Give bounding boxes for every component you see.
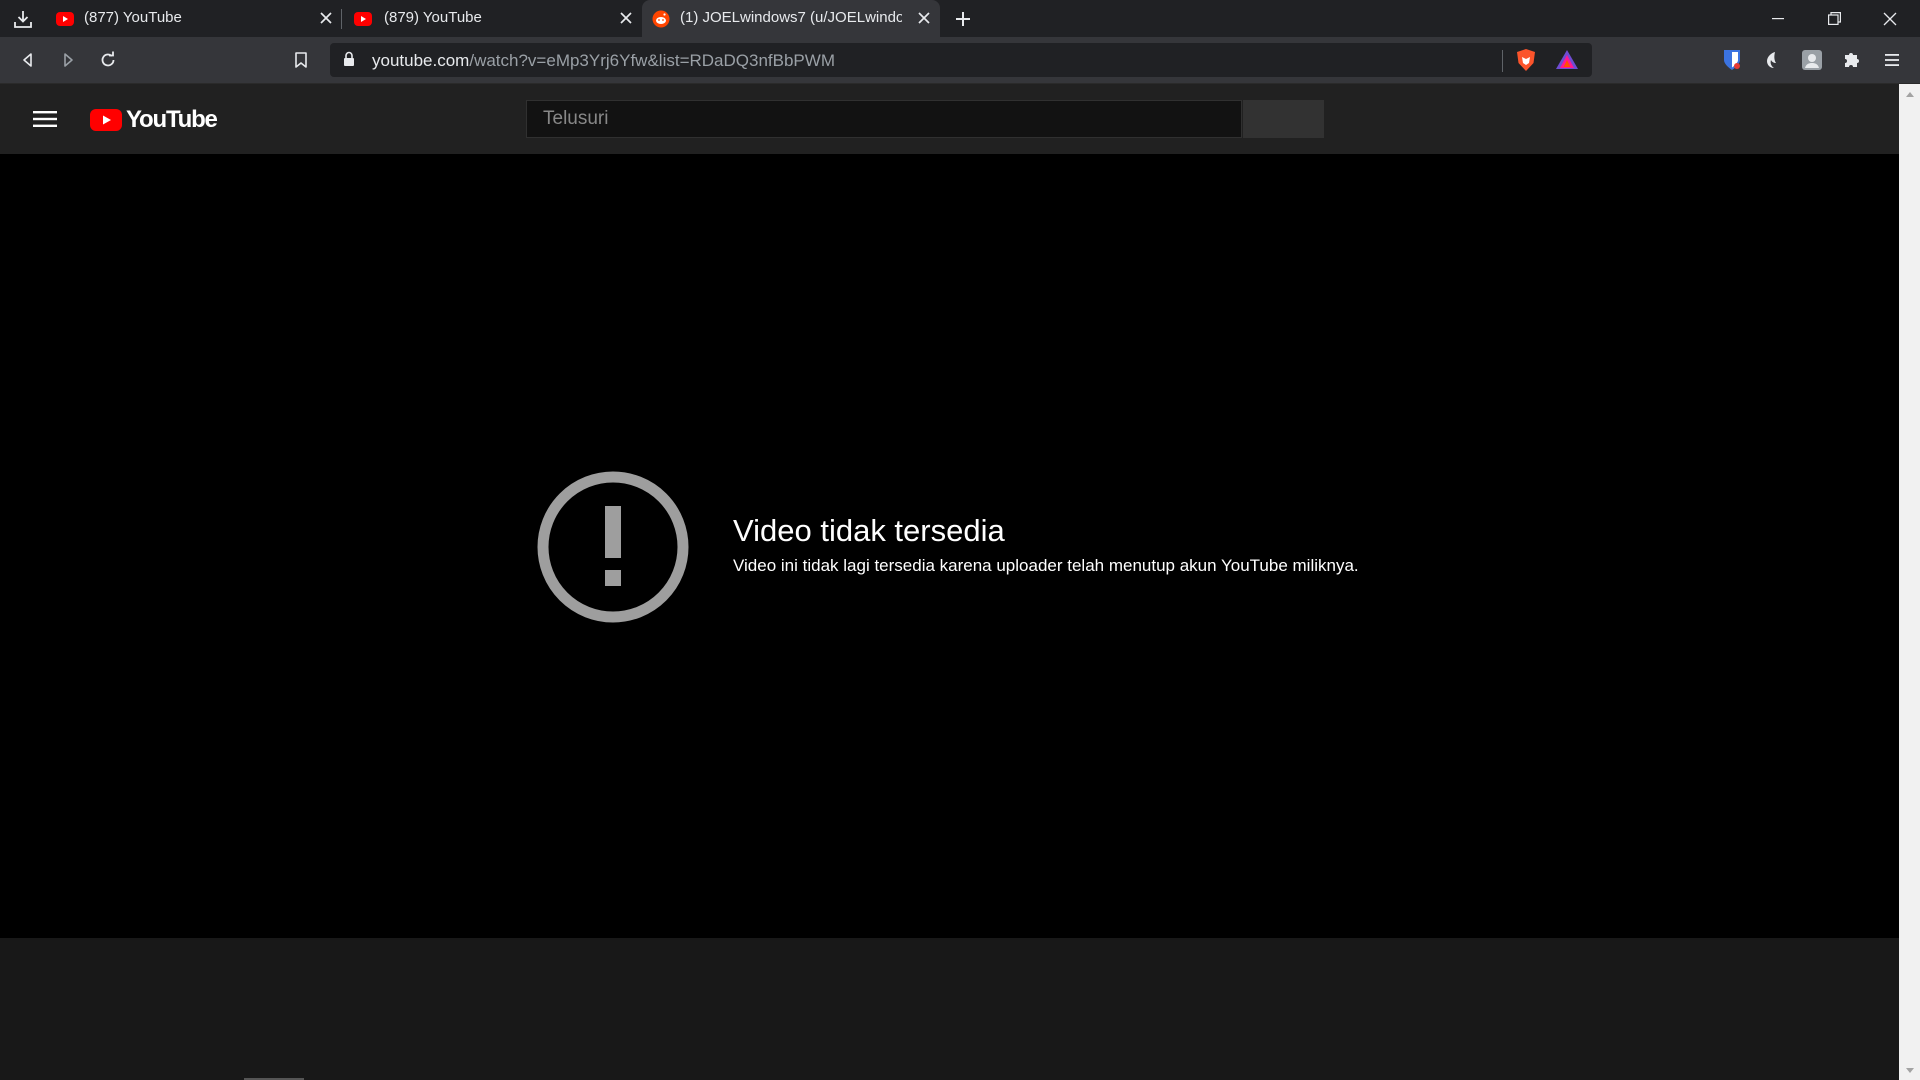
- scroll-up-icon[interactable]: [1899, 84, 1920, 104]
- minimize-icon[interactable]: [1750, 0, 1806, 37]
- back-icon[interactable]: [14, 46, 42, 74]
- bitwarden-icon[interactable]: [1718, 46, 1746, 74]
- tab-title: (1) JOELwindows7 (u/JOELwindows7): [680, 9, 902, 26]
- menu-icon[interactable]: [1878, 46, 1906, 74]
- scrollbar-thumb[interactable]: [1902, 106, 1917, 1056]
- youtube-logo-icon: [90, 109, 122, 131]
- address-bar[interactable]: youtube.com/watch?v=eMp3Yrj6Yfw&list=RDa…: [330, 43, 1592, 77]
- profile-icon[interactable]: [1798, 46, 1826, 74]
- url-host: youtube.com: [372, 51, 470, 70]
- video-player: Video tidak tersedia Video ini tidak lag…: [0, 154, 1899, 938]
- error-icon: [536, 470, 690, 624]
- reddit-icon: [652, 10, 670, 28]
- guide-menu-icon[interactable]: [28, 106, 62, 132]
- browser-tab-strip: (877) YouTube (879) YouTube (1) JOELwind…: [0, 0, 1920, 37]
- forward-icon[interactable]: [54, 46, 82, 74]
- plus-icon[interactable]: [950, 6, 976, 32]
- extension-icon[interactable]: [1758, 46, 1786, 74]
- omnibox-separator: [1502, 50, 1503, 72]
- brave-rewards-icon[interactable]: [1553, 46, 1581, 74]
- bookmark-icon[interactable]: [287, 46, 315, 74]
- error-title: Video tidak tersedia: [733, 513, 1005, 548]
- browser-tab-2[interactable]: (879) YouTube: [344, 0, 640, 37]
- youtube-wordmark: YouTube: [126, 106, 218, 133]
- reload-icon[interactable]: [94, 46, 122, 74]
- brave-shields-icon[interactable]: [1512, 46, 1540, 74]
- url-text[interactable]: youtube.com/watch?v=eMp3Yrj6Yfw&list=RDa…: [372, 51, 835, 71]
- puzzle-icon[interactable]: [1838, 46, 1866, 74]
- youtube-header: YouTube: [0, 84, 1899, 154]
- search-input[interactable]: [527, 101, 1241, 137]
- page-scrollbar[interactable]: [1899, 84, 1920, 1080]
- browser-tab-3[interactable]: (1) JOELwindows7 (u/JOELwindows7): [642, 0, 940, 37]
- downloads-icon[interactable]: [10, 6, 36, 32]
- youtube-logo[interactable]: YouTube: [90, 106, 218, 134]
- url-path: /watch?v=eMp3Yrj6Yfw&list=RDaDQ3nfBbPWM: [469, 51, 835, 70]
- browser-toolbar: youtube.com/watch?v=eMp3Yrj6Yfw&list=RDa…: [0, 37, 1920, 84]
- tab-title: (879) YouTube: [384, 9, 482, 26]
- tab-title: (877) YouTube: [84, 9, 182, 26]
- close-tab-icon[interactable]: [914, 8, 934, 28]
- error-message: Video ini tidak lagi tersedia karena upl…: [733, 556, 1359, 575]
- youtube-icon: [56, 11, 74, 27]
- close-tab-icon[interactable]: [616, 8, 636, 28]
- scroll-down-icon[interactable]: [1899, 1060, 1920, 1080]
- youtube-icon: [354, 11, 372, 27]
- tab-separator: [341, 9, 342, 29]
- browser-tab-1[interactable]: (877) YouTube: [46, 0, 340, 37]
- lock-icon[interactable]: [342, 51, 358, 69]
- search-button[interactable]: [1243, 100, 1324, 138]
- search-box[interactable]: [526, 100, 1242, 138]
- page-content-area: [0, 938, 1899, 1080]
- close-tab-icon[interactable]: [316, 8, 336, 28]
- close-icon[interactable]: [1862, 0, 1918, 37]
- restore-icon[interactable]: [1806, 0, 1862, 37]
